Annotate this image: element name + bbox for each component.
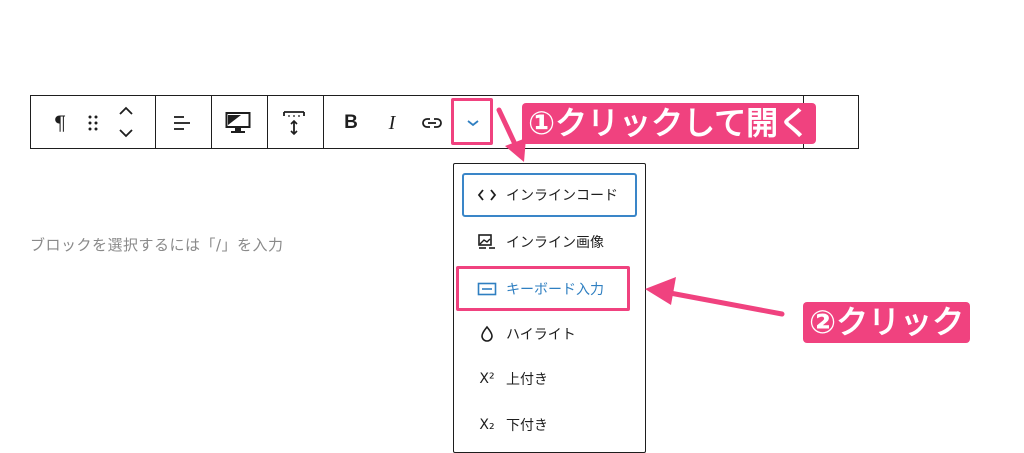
annotation-step2: ②クリック <box>803 302 971 343</box>
annotation-step1: ①クリックして開く <box>522 103 817 144</box>
annotation-arrows <box>496 107 785 317</box>
arrow-to-keyboard-item <box>645 277 785 317</box>
